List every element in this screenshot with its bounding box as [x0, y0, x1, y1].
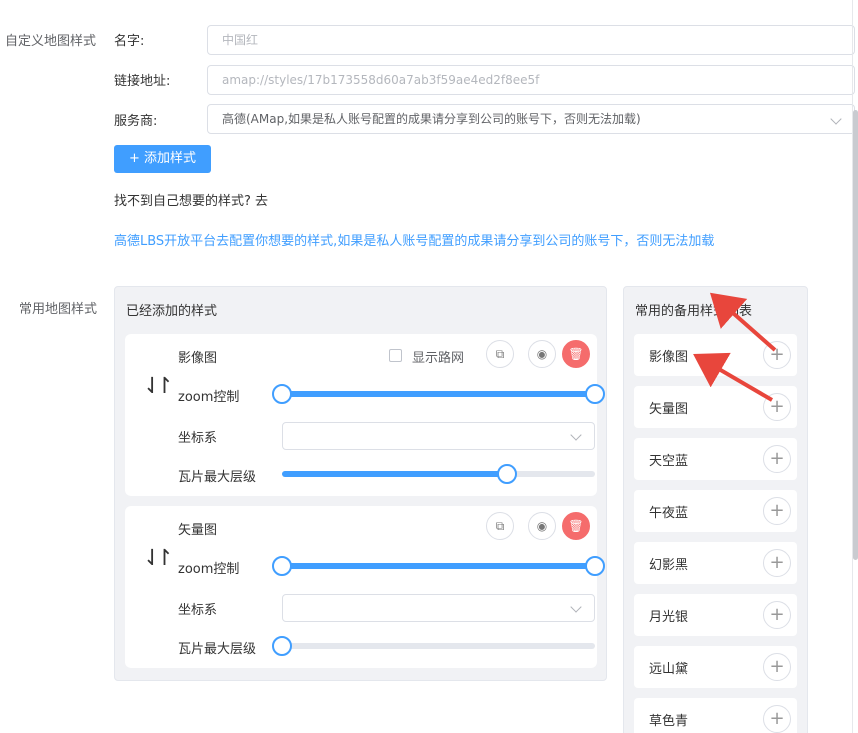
- annotation-arrows: [693, 292, 777, 402]
- annotation-arrow-up: [709, 292, 777, 352]
- annotation-arrow-left: [693, 352, 774, 402]
